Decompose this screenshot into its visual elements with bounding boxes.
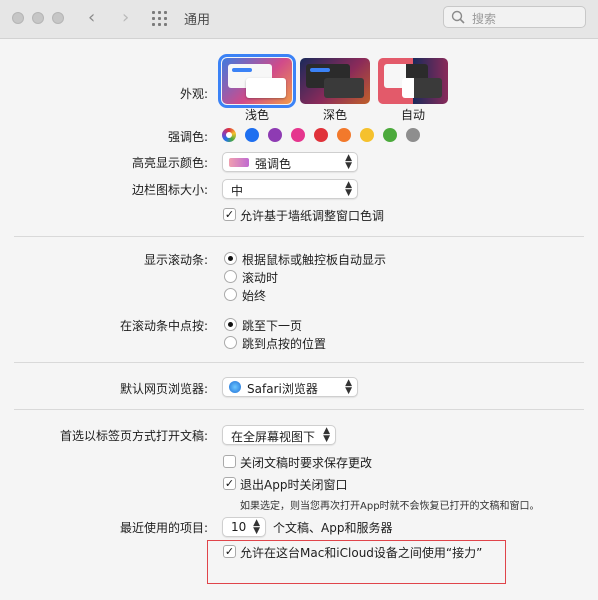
sidebar-icon-size-label: 边栏图标大小:: [131, 183, 208, 197]
click-next-page-label: 跳至下一页: [242, 319, 303, 333]
chevron-updown-icon: ▲ ▼: [345, 180, 352, 198]
appearance-light-option[interactable]: [218, 54, 296, 108]
highlight-color-chip-icon: [229, 158, 249, 167]
sidebar-icon-size-value: 中: [231, 184, 244, 198]
chevron-updown-icon: ▲ ▼: [345, 153, 352, 171]
accent-graphite-swatch[interactable]: [406, 128, 420, 142]
recent-items-value: 10: [231, 520, 247, 534]
show-scrollbars-label: 显示滚动条:: [143, 253, 208, 267]
appearance-auto-caption: 自动: [400, 108, 425, 122]
default-browser-label: 默认网页浏览器:: [119, 382, 208, 396]
wallpaper-tint-label: 允许基于墙纸调整窗口色调: [240, 209, 385, 223]
highlight-color-label: 高亮显示颜色:: [131, 156, 208, 170]
recent-items-select[interactable]: 10 ▲ ▼: [222, 517, 266, 537]
accent-purple-swatch[interactable]: [268, 128, 282, 142]
back-arrow-icon[interactable]: ‹: [88, 7, 95, 28]
close-windows-note: 如果选定，则当您再次打开App时就不会恢复已打开的文稿和窗口。: [240, 501, 540, 512]
appearance-label: 外观:: [179, 87, 208, 101]
scrollbars-auto-radio[interactable]: [224, 252, 237, 265]
appearance-dark-option[interactable]: [300, 58, 370, 104]
chevron-updown-icon: ▲ ▼: [253, 518, 260, 536]
chevron-updown-icon: ▲ ▼: [345, 378, 352, 396]
safari-compass-icon: [229, 381, 241, 393]
scrollbars-when-scrolling-radio[interactable]: [224, 270, 237, 283]
search-icon: [451, 10, 465, 24]
close-windows-checkbox[interactable]: ✓: [223, 477, 236, 490]
highlight-color-value: 强调色: [255, 157, 292, 171]
sidebar-icon-size-select[interactable]: 中 ▲ ▼: [222, 179, 358, 199]
zoom-window-button[interactable]: [52, 12, 64, 24]
default-browser-value: Safari浏览器: [247, 382, 318, 396]
search-placeholder: 搜索: [472, 12, 497, 26]
accent-yellow-swatch[interactable]: [360, 128, 374, 142]
scrollbars-always-label: 始终: [242, 289, 267, 303]
search-field[interactable]: 搜索: [443, 6, 586, 28]
handoff-highlight-box: [207, 540, 506, 584]
accent-pink-swatch[interactable]: [291, 128, 305, 142]
window-title: 通用: [184, 13, 211, 28]
accent-blue-swatch[interactable]: [245, 128, 259, 142]
close-window-button[interactable]: [12, 12, 24, 24]
recent-items-label: 最近使用的项目:: [119, 521, 208, 535]
wallpaper-tint-checkbox[interactable]: ✓: [223, 208, 236, 221]
prefer-tabs-label: 首选以标签页方式打开文稿:: [59, 429, 208, 443]
chevron-updown-icon: ▲ ▼: [323, 426, 330, 444]
section-divider: [14, 409, 584, 410]
appearance-auto-option[interactable]: [378, 58, 448, 104]
click-jump-spot-label: 跳到点按的位置: [242, 337, 327, 351]
scrollbars-when-scrolling-label: 滚动时: [242, 271, 279, 285]
appearance-dark-caption: 深色: [322, 108, 347, 122]
section-divider: [14, 236, 584, 237]
recent-items-suffix: 个文稿、App和服务器: [273, 521, 393, 535]
forward-arrow-icon[interactable]: ›: [122, 7, 129, 28]
accent-orange-swatch[interactable]: [337, 128, 351, 142]
click-next-page-radio[interactable]: [224, 318, 237, 331]
section-divider: [14, 362, 584, 363]
highlight-color-select[interactable]: 强调色 ▲ ▼: [222, 152, 358, 172]
accent-multicolor-swatch[interactable]: [222, 128, 236, 142]
prefer-tabs-select[interactable]: 在全屏幕视图下 ▲ ▼: [222, 425, 336, 445]
scrollbars-auto-label: 根据鼠标或触控板自动显示: [242, 253, 387, 267]
ask-save-label: 关闭文稿时要求保存更改: [240, 456, 373, 470]
ask-save-checkbox[interactable]: [223, 455, 236, 468]
appearance-light-caption: 浅色: [244, 108, 269, 122]
accent-red-swatch[interactable]: [314, 128, 328, 142]
show-all-grid-icon[interactable]: [152, 11, 170, 27]
close-windows-label: 退出App时关闭窗口: [240, 478, 348, 492]
accent-green-swatch[interactable]: [383, 128, 397, 142]
click-jump-spot-radio[interactable]: [224, 336, 237, 349]
prefer-tabs-value: 在全屏幕视图下: [231, 430, 316, 444]
default-browser-select[interactable]: Safari浏览器 ▲ ▼: [222, 377, 358, 397]
accent-color-label: 强调色:: [167, 130, 208, 144]
minimize-window-button[interactable]: [32, 12, 44, 24]
window-titlebar: ‹ › 通用 搜索: [0, 0, 598, 39]
scrollbars-always-radio[interactable]: [224, 288, 237, 301]
click-scrollbar-label: 在滚动条中点按:: [119, 319, 208, 333]
